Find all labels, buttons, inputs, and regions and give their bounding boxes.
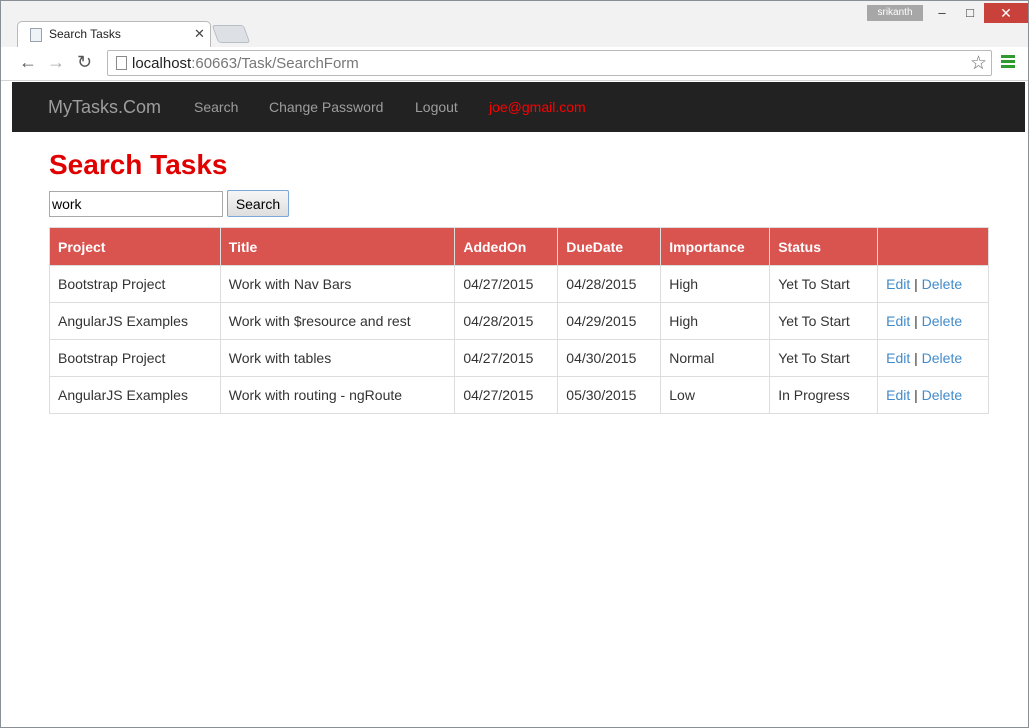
cell-actions: Edit | Delete [878, 340, 989, 377]
reload-icon[interactable]: ↻ [77, 52, 92, 73]
cell-status: Yet To Start [770, 303, 878, 340]
header-status: Status [770, 228, 878, 266]
maximize-button[interactable]: □ [956, 3, 984, 23]
cell-status: Yet To Start [770, 340, 878, 377]
table-row: AngularJS Examples Work with $resource a… [50, 303, 989, 340]
cell-title: Work with tables [220, 340, 455, 377]
delete-link[interactable]: Delete [922, 313, 962, 329]
delete-link[interactable]: Delete [922, 350, 962, 366]
cell-project: AngularJS Examples [50, 377, 221, 414]
table-row: AngularJS Examples Work with routing - n… [50, 377, 989, 414]
minimize-button[interactable]: – [929, 3, 955, 23]
delete-link[interactable]: Delete [922, 276, 962, 292]
cell-actions: Edit | Delete [878, 266, 989, 303]
title-bar: srikanth – □ ✕ Search Tasks ✕ [1, 1, 1028, 47]
edit-link[interactable]: Edit [886, 350, 910, 366]
page-icon [116, 56, 127, 70]
cell-project: Bootstrap Project [50, 266, 221, 303]
cell-addedon: 04/28/2015 [455, 303, 558, 340]
edit-link[interactable]: Edit [886, 387, 910, 403]
delete-link[interactable]: Delete [922, 387, 962, 403]
bookmark-star-icon[interactable]: ☆ [970, 52, 987, 75]
cell-importance: Normal [661, 340, 770, 377]
action-separator: | [914, 387, 918, 403]
cell-importance: Low [661, 377, 770, 414]
nav-logout-link[interactable]: Logout [415, 99, 458, 115]
url-text[interactable]: localhost:60663/Task/SearchForm [132, 55, 359, 72]
tab-title: Search Tasks [49, 27, 121, 41]
table-header-row: Project Title AddedOn DueDate Importance… [50, 228, 989, 266]
cell-status: In Progress [770, 377, 878, 414]
cell-importance: High [661, 303, 770, 340]
header-addedon: AddedOn [455, 228, 558, 266]
cell-duedate: 04/30/2015 [558, 340, 661, 377]
cell-actions: Edit | Delete [878, 303, 989, 340]
nav-search-link[interactable]: Search [194, 99, 238, 115]
site-navbar: MyTasks.Com Search Change Password Logou… [12, 82, 1025, 132]
new-tab-button[interactable] [212, 25, 251, 43]
browser-toolbar: ← → ↻ localhost:60663/Task/SearchForm ☆ [1, 47, 1028, 81]
cell-title: Work with Nav Bars [220, 266, 455, 303]
back-arrow-icon[interactable]: ← [19, 52, 37, 73]
nav-change-password-link[interactable]: Change Password [269, 99, 383, 115]
main-content: Search Tasks Search Project Title AddedO… [12, 132, 1025, 722]
header-actions [878, 228, 989, 266]
cell-addedon: 04/27/2015 [455, 266, 558, 303]
action-separator: | [914, 276, 918, 292]
cell-actions: Edit | Delete [878, 377, 989, 414]
header-importance: Importance [661, 228, 770, 266]
search-input[interactable] [49, 191, 223, 217]
action-separator: | [914, 313, 918, 329]
table-row: Bootstrap Project Work with Nav Bars 04/… [50, 266, 989, 303]
url-path: :60663/Task/SearchForm [191, 55, 359, 72]
browser-menu-icon[interactable] [1001, 55, 1015, 69]
tab-close-icon[interactable]: ✕ [194, 26, 205, 42]
browser-tab[interactable]: Search Tasks ✕ [17, 21, 211, 47]
user-badge: srikanth [867, 5, 923, 21]
search-button[interactable]: Search [227, 190, 289, 217]
brand-link[interactable]: MyTasks.Com [48, 97, 161, 118]
edit-link[interactable]: Edit [886, 313, 910, 329]
browser-window: srikanth – □ ✕ Search Tasks ✕ ← → ↻ loca… [0, 0, 1029, 728]
header-title: Title [220, 228, 455, 266]
cell-addedon: 04/27/2015 [455, 340, 558, 377]
url-host: localhost [132, 55, 191, 72]
cell-duedate: 04/28/2015 [558, 266, 661, 303]
cell-project: Bootstrap Project [50, 340, 221, 377]
cell-addedon: 04/27/2015 [455, 377, 558, 414]
header-duedate: DueDate [558, 228, 661, 266]
close-window-button[interactable]: ✕ [984, 3, 1028, 23]
page-icon [30, 28, 42, 42]
tasks-table: Project Title AddedOn DueDate Importance… [49, 227, 989, 414]
table-row: Bootstrap Project Work with tables 04/27… [50, 340, 989, 377]
action-separator: | [914, 350, 918, 366]
address-bar[interactable]: localhost:60663/Task/SearchForm ☆ [107, 50, 992, 76]
forward-arrow-icon[interactable]: → [47, 52, 65, 73]
cell-importance: High [661, 266, 770, 303]
cell-title: Work with $resource and rest [220, 303, 455, 340]
header-project: Project [50, 228, 221, 266]
nav-user-email[interactable]: joe@gmail.com [489, 99, 586, 115]
cell-project: AngularJS Examples [50, 303, 221, 340]
cell-status: Yet To Start [770, 266, 878, 303]
cell-duedate: 05/30/2015 [558, 377, 661, 414]
cell-title: Work with routing - ngRoute [220, 377, 455, 414]
cell-duedate: 04/29/2015 [558, 303, 661, 340]
edit-link[interactable]: Edit [886, 276, 910, 292]
page-title: Search Tasks [49, 149, 228, 181]
